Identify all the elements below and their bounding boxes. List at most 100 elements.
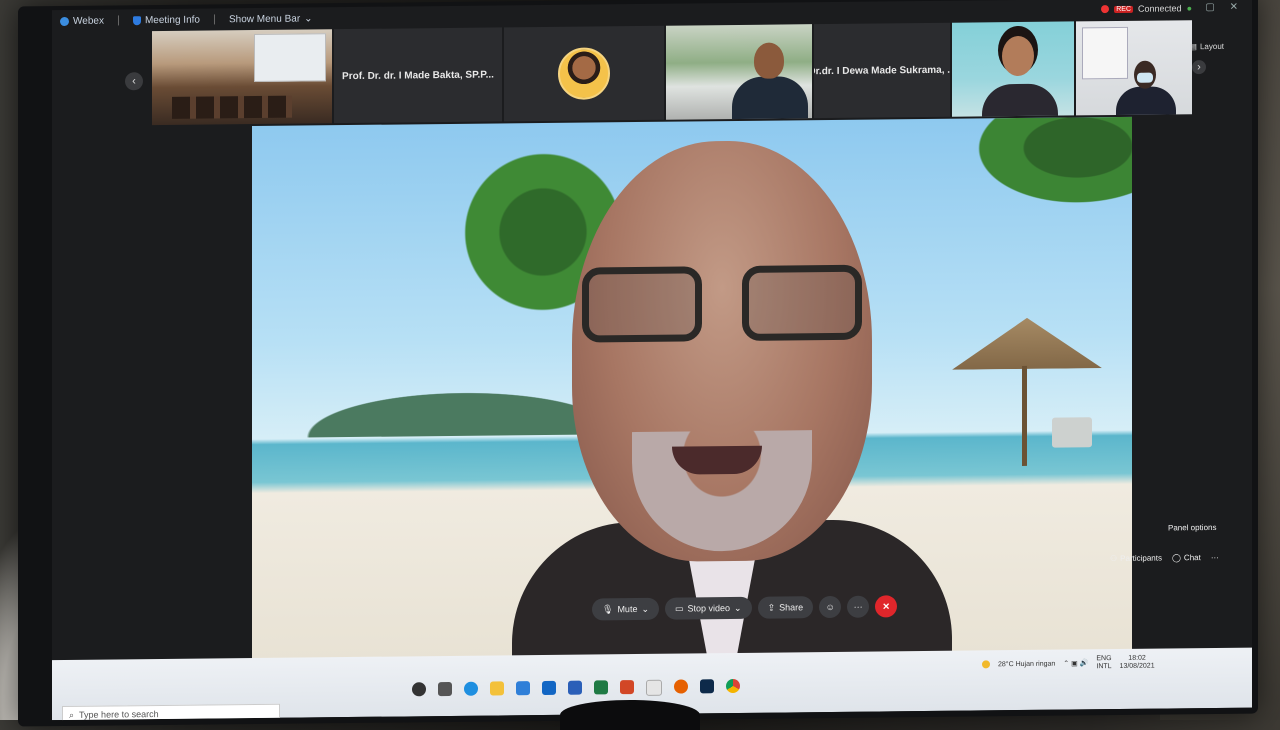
participant-tile-bakta[interactable]: Prof. Dr. dr. I Made Bakta, SP.P... xyxy=(334,27,502,124)
layout-button[interactable]: ▤ Layout xyxy=(1189,42,1224,51)
background-hills xyxy=(282,384,582,438)
camera-icon: ▭ xyxy=(675,603,684,614)
share-button[interactable]: ⇪ Share xyxy=(757,596,814,619)
word-icon[interactable] xyxy=(568,680,582,695)
projector-screen xyxy=(254,33,326,83)
strip-next-arrow[interactable]: › xyxy=(1192,60,1206,75)
participant-head xyxy=(754,42,784,79)
speaker-glasses xyxy=(582,264,862,343)
chat-button[interactable]: ◯ Chat xyxy=(1172,553,1201,562)
participant-body xyxy=(732,76,808,120)
search-icon: ⌕ xyxy=(69,709,75,720)
participant-tile-room[interactable] xyxy=(152,29,332,126)
avatar xyxy=(558,47,610,100)
active-speaker-video[interactable] xyxy=(252,116,1132,667)
language-code: ENG xyxy=(1096,655,1112,663)
menu-divider xyxy=(214,14,215,25)
meeting-controls: 🎙 Mute ⌄ ▭ Stop video ⌄ ⇪ Share ☺ ··· ✕ xyxy=(592,595,898,621)
participant-tile-masked[interactable] xyxy=(1076,20,1192,116)
reactions-button[interactable]: ☺ xyxy=(819,595,842,619)
recording-badge: REC xyxy=(1114,5,1134,13)
clock-date: 13/08/2021 xyxy=(1119,662,1155,670)
chevron-down-icon: ⌄ xyxy=(304,12,313,24)
monitor-stand xyxy=(560,700,700,730)
background-palm-right xyxy=(952,116,1132,219)
side-panel-buttons: ⚇ Participants ◯ Chat ··· xyxy=(1110,553,1219,563)
menu-show-menu-bar-label: Show Menu Bar xyxy=(229,13,301,25)
paint-icon[interactable] xyxy=(646,679,662,696)
person-icon: ⚇ xyxy=(1110,553,1118,564)
tray-icons[interactable]: ⌃ ▣ 🔊 xyxy=(1063,659,1088,667)
umbrella-pole xyxy=(1022,365,1027,466)
participant-tile-sukrama[interactable]: Dr.dr. I Dewa Made Sukrama, ... xyxy=(814,22,950,119)
share-icon: ⇪ xyxy=(767,602,776,613)
participant-tile-woman[interactable] xyxy=(952,21,1074,117)
cortana-icon[interactable] xyxy=(412,682,426,697)
language-indicator[interactable]: ENG INTL xyxy=(1096,655,1111,671)
menu-webex-label: Webex xyxy=(73,15,104,27)
search-placeholder: Type here to search xyxy=(79,709,159,720)
participant-name: Prof. Dr. dr. I Made Bakta, SP.P... xyxy=(342,69,494,82)
edge-icon[interactable] xyxy=(464,681,478,696)
panel-options-tooltip: Panel options xyxy=(1168,522,1217,533)
mute-button[interactable]: 🎙 Mute ⌄ xyxy=(592,597,659,621)
file-explorer-icon[interactable] xyxy=(490,681,504,696)
chevron-down-icon[interactable]: ⌄ xyxy=(734,602,742,613)
conference-seats xyxy=(172,95,292,119)
chat-icon: ◯ xyxy=(1171,553,1181,563)
strip-prev-arrow[interactable]: ‹ xyxy=(125,72,143,91)
signal-icon: ● xyxy=(1186,3,1192,14)
glasses-lens-left xyxy=(582,266,702,343)
screen: Webex Meeting Info Show Menu Bar ⌄ REC C… xyxy=(52,0,1252,721)
participant-head xyxy=(1002,35,1034,77)
active-speaker xyxy=(512,139,952,667)
chat-label: Chat xyxy=(1183,553,1201,563)
excel-icon[interactable] xyxy=(594,680,608,695)
webex-icon xyxy=(60,16,69,26)
smiley-icon: ☺ xyxy=(825,601,835,613)
participant-name: Dr.dr. I Dewa Made Sukrama, ... xyxy=(814,64,950,77)
layout-label: Layout xyxy=(1199,41,1224,52)
share-label: Share xyxy=(779,602,804,613)
menu-meeting-info[interactable]: Meeting Info xyxy=(132,14,200,26)
face-mask xyxy=(1137,72,1153,83)
mail-icon[interactable] xyxy=(542,680,556,696)
store-icon[interactable] xyxy=(516,681,530,696)
participant-body xyxy=(982,83,1058,117)
menu-meeting-info-label: Meeting Info xyxy=(144,14,200,26)
connected-label: Connected xyxy=(1138,3,1182,14)
layout-icon: ▤ xyxy=(1189,42,1197,52)
chrome-icon[interactable] xyxy=(726,678,740,694)
clock[interactable]: 18:02 13/08/2021 xyxy=(1120,655,1155,671)
participant-tile-avatar[interactable] xyxy=(504,25,664,122)
webex-taskbar-icon[interactable] xyxy=(700,679,714,694)
wall-poster xyxy=(1082,26,1128,80)
record-icon xyxy=(1101,5,1110,14)
stop-video-button[interactable]: ▭ Stop video ⌄ xyxy=(665,596,752,620)
menu-show-menu-bar[interactable]: Show Menu Bar ⌄ xyxy=(229,13,313,25)
powerpoint-icon[interactable] xyxy=(620,680,634,695)
chevron-down-icon[interactable]: ⌄ xyxy=(641,603,649,614)
more-panels-button[interactable]: ··· xyxy=(1211,553,1219,562)
weather-label[interactable]: 28°C Hujan ringan xyxy=(998,660,1055,668)
participant-strip: Prof. Dr. dr. I Made Bakta, SP.P... Dr.d… xyxy=(152,20,1192,126)
monitor-bezel: Webex Meeting Info Show Menu Bar ⌄ REC C… xyxy=(18,0,1258,727)
taskbar-search[interactable]: ⌕ Type here to search xyxy=(62,703,280,721)
firefox-icon[interactable] xyxy=(674,679,688,694)
microphone-icon: 🎙 xyxy=(602,603,614,614)
menu-webex[interactable]: Webex xyxy=(60,15,104,26)
participant-body xyxy=(1116,86,1176,116)
beach-umbrella xyxy=(952,317,1102,379)
keyboard-layout: INTL xyxy=(1096,663,1112,671)
mute-label: Mute xyxy=(617,604,638,615)
end-meeting-button[interactable]: ✕ xyxy=(875,595,898,618)
taskbar-app-icons xyxy=(412,678,740,698)
window-controls[interactable]: ▢ ✕ xyxy=(1205,2,1244,13)
system-tray: 28°C Hujan ringan ⌃ ▣ 🔊 ENG INTL 18:02 1… xyxy=(982,655,1155,673)
more-options-button[interactable]: ··· xyxy=(847,595,870,618)
beach-chair xyxy=(1052,417,1092,448)
task-view-icon[interactable] xyxy=(438,681,452,697)
connection-status: REC Connected ● xyxy=(1101,3,1192,14)
participants-button[interactable]: ⚇ Participants xyxy=(1110,554,1162,564)
participant-tile-office[interactable] xyxy=(666,24,812,120)
